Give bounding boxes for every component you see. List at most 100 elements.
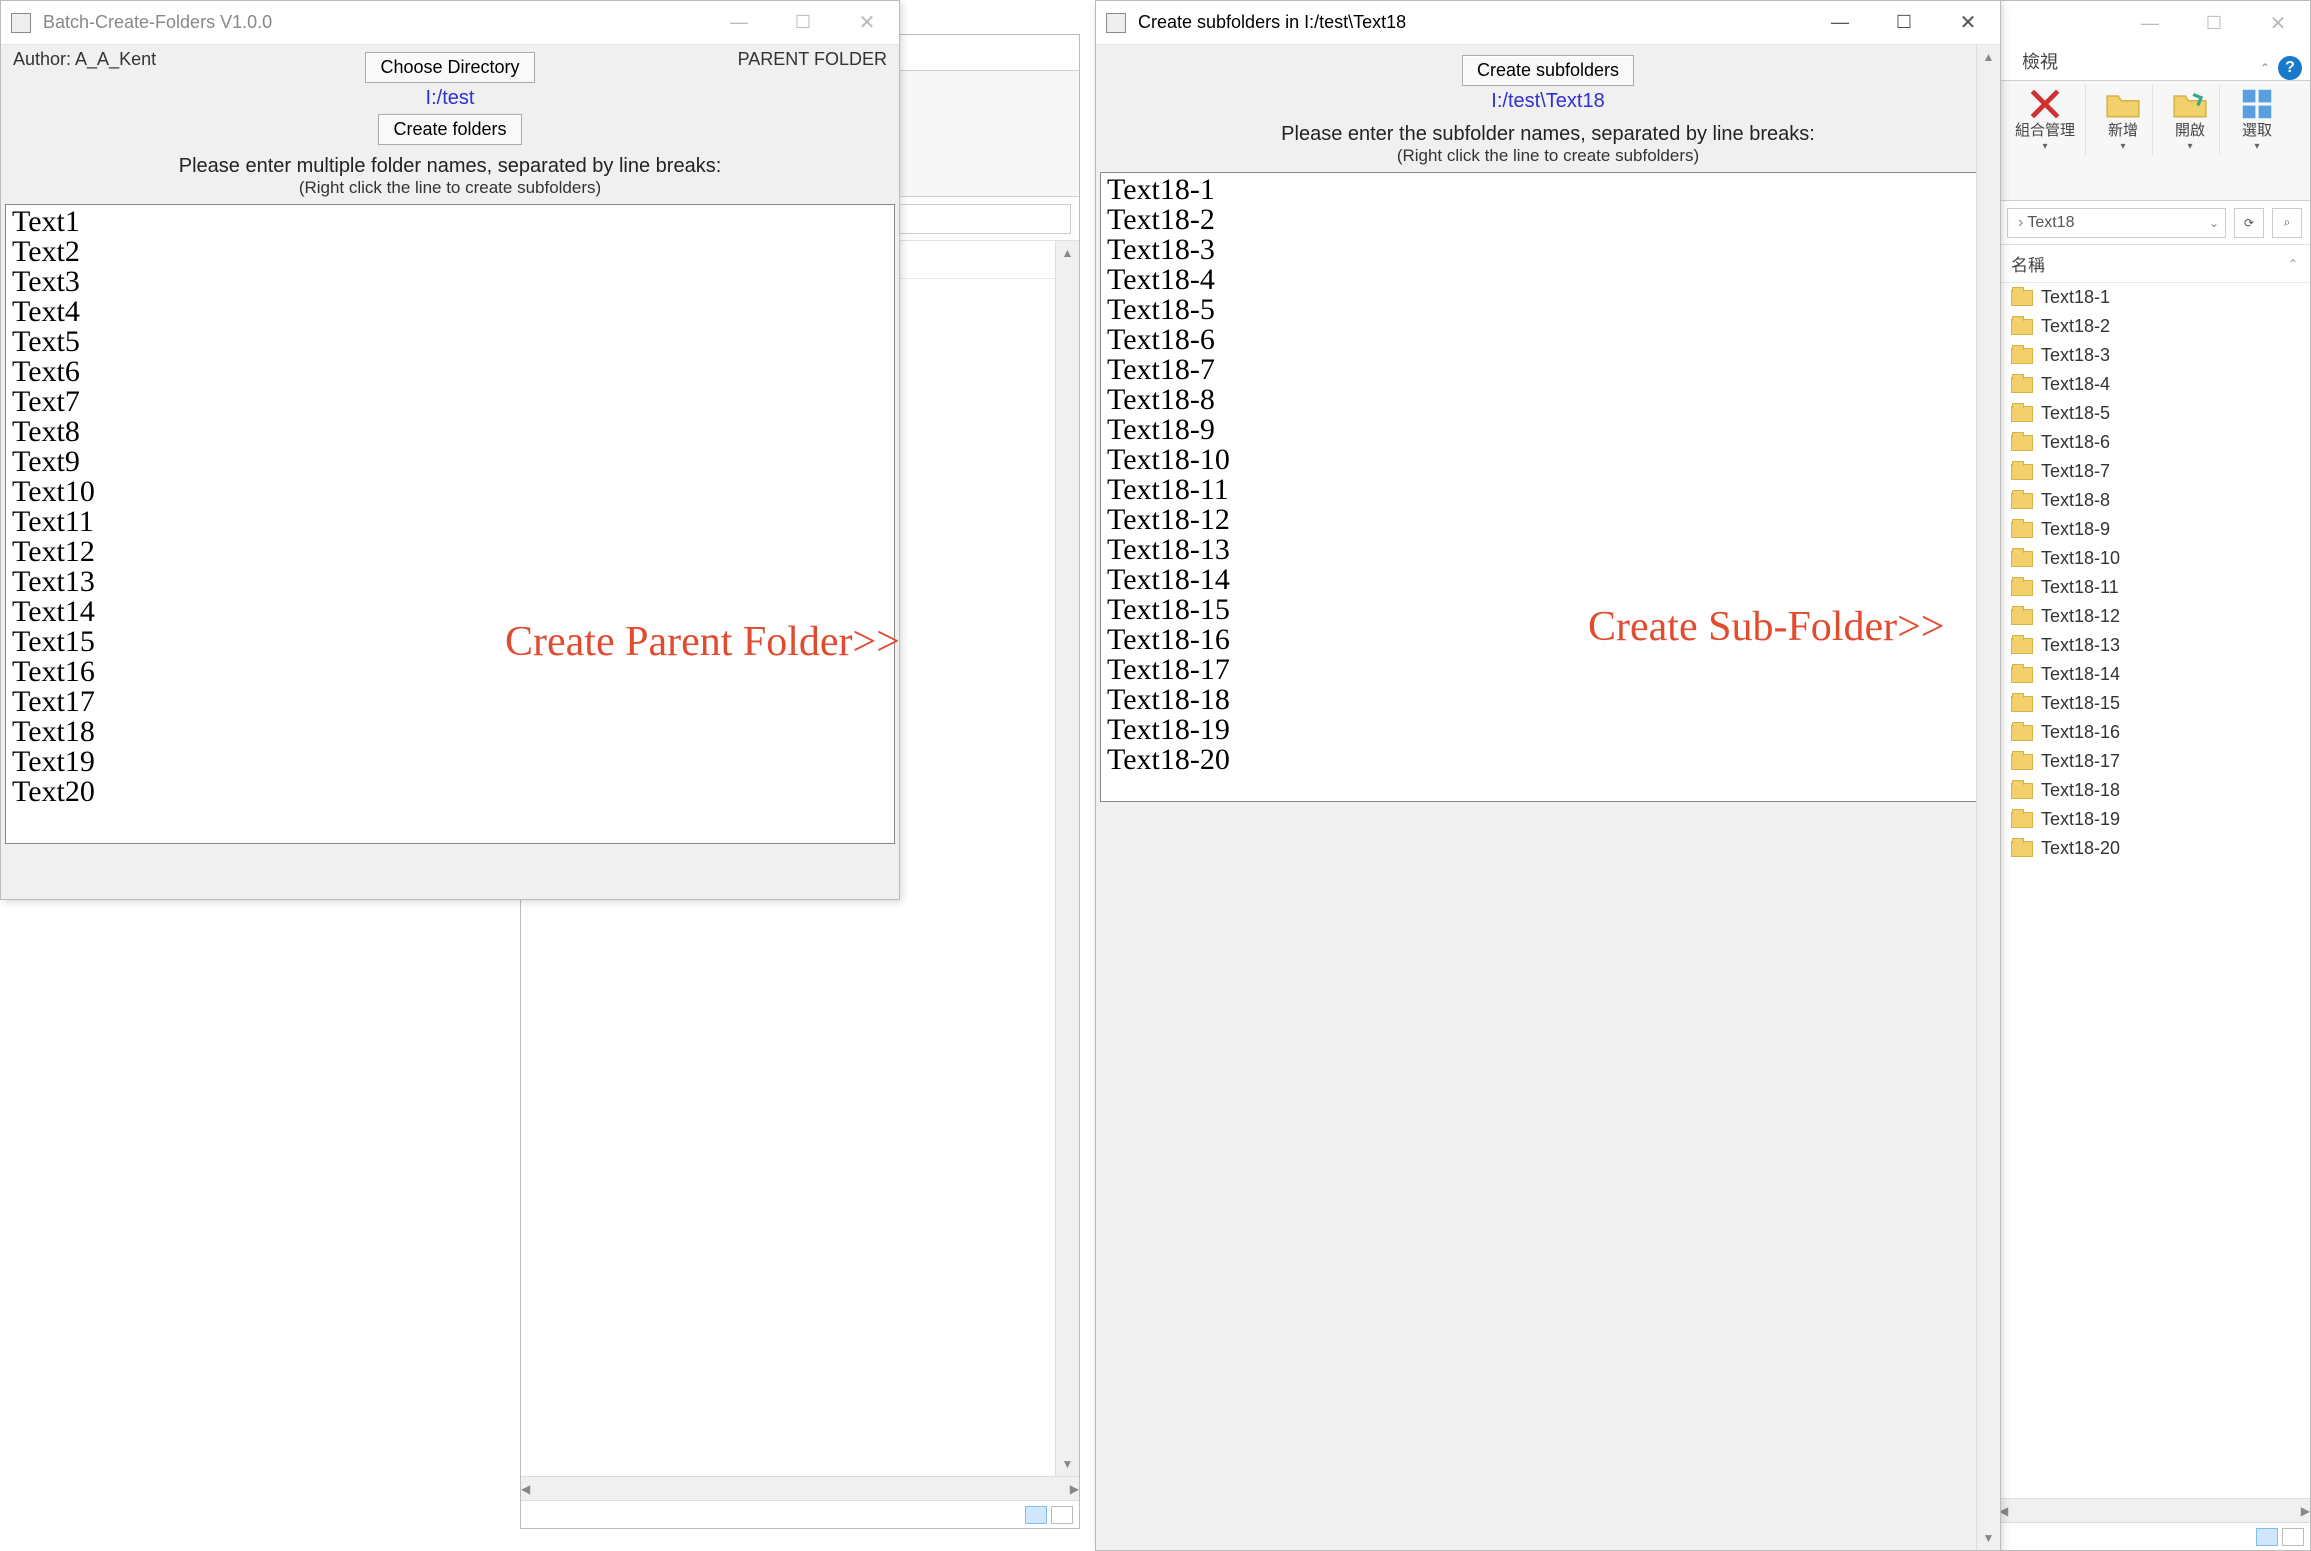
- scroll-up-icon[interactable]: ▲: [1056, 241, 1079, 265]
- sort-indicator-icon: ⌃: [2288, 257, 2298, 271]
- ribbon-group-new-label: 新增: [2108, 123, 2138, 155]
- scroll-up-icon[interactable]: ▲: [1977, 45, 2000, 69]
- maximize-icon: ☐: [2206, 13, 2222, 34]
- folder-item[interactable]: Text18-17: [1999, 747, 2310, 776]
- ribbon-select-button[interactable]: 選取: [2238, 85, 2276, 155]
- folder-item[interactable]: Text18-19: [1999, 805, 2310, 834]
- close-button[interactable]: ✕: [835, 1, 899, 45]
- chevron-right-icon: ›: [2014, 214, 2027, 232]
- folder-item[interactable]: Text18-16: [1999, 718, 2310, 747]
- folder-name: Text18-3: [2041, 345, 2110, 366]
- folder-item[interactable]: Text18-11: [1999, 573, 2310, 602]
- folder-item[interactable]: Text18-20: [1999, 834, 2310, 863]
- folder-name: Text18-15: [2041, 693, 2120, 714]
- vertical-scrollbar[interactable]: ▲ ▼: [1976, 45, 2000, 1550]
- folder-name: Text18-6: [2041, 432, 2110, 453]
- ribbon-open-button[interactable]: 開啟: [2171, 85, 2209, 155]
- folder-name: Text18-5: [2041, 403, 2110, 424]
- tab-view[interactable]: 檢視: [2005, 41, 2075, 80]
- folder-icon: [2011, 812, 2033, 828]
- view-mode-large-icon[interactable]: [2282, 1528, 2304, 1546]
- refresh-button[interactable]: ⟳: [2234, 208, 2264, 238]
- folder-item[interactable]: Text18-8: [1999, 486, 2310, 515]
- close-icon: ✕: [859, 10, 876, 35]
- folder-item[interactable]: Text18-4: [1999, 370, 2310, 399]
- app-window-create-subfolders: Create subfolders in I:/test\Text18 — ☐ …: [1095, 0, 2001, 1551]
- folder-item[interactable]: Text18-14: [1999, 660, 2310, 689]
- folder-name: Text18-13: [2041, 635, 2120, 656]
- folder-icon: [2011, 348, 2033, 364]
- folder-open-icon: [2171, 85, 2209, 123]
- maximize-button[interactable]: ☐: [771, 1, 835, 45]
- folder-item[interactable]: Text18-2: [1999, 312, 2310, 341]
- folder-item[interactable]: Text18-15: [1999, 689, 2310, 718]
- help-icon[interactable]: ?: [2278, 56, 2302, 80]
- scroll-left-icon[interactable]: ◀: [521, 1477, 530, 1501]
- close-button[interactable]: ✕: [2246, 1, 2310, 45]
- maximize-button[interactable]: ☐: [2182, 1, 2246, 45]
- folder-icon: [2011, 290, 2033, 306]
- horizontal-scrollbar[interactable]: ◀ ▶: [521, 1476, 1079, 1500]
- chevron-down-icon[interactable]: ⌄: [2209, 216, 2219, 230]
- instructions-line-2: (Right click the line to create subfolde…: [5, 178, 895, 204]
- ribbon-new-button[interactable]: 新增: [2104, 85, 2142, 155]
- vertical-scrollbar[interactable]: ▲ ▼: [1055, 241, 1079, 1476]
- folder-name: Text18-18: [2041, 780, 2120, 801]
- titlebar[interactable]: — ☐ ✕: [1999, 1, 2310, 45]
- view-mode-details-icon[interactable]: [1025, 1506, 1047, 1524]
- breadcrumb-segment[interactable]: Text18: [2027, 214, 2074, 232]
- folder-icon: [2011, 667, 2033, 683]
- folder-names-textarea[interactable]: [5, 204, 895, 844]
- ribbon-collapse-icon[interactable]: ⌃: [2260, 61, 2270, 75]
- titlebar[interactable]: Batch-Create-Folders V1.0.0 — ☐ ✕: [1, 1, 899, 45]
- column-header-name[interactable]: 名稱 ⌃: [1999, 245, 2310, 283]
- folder-item[interactable]: Text18-9: [1999, 515, 2310, 544]
- app-window-batch-create-folders: Batch-Create-Folders V1.0.0 — ☐ ✕ Author…: [0, 0, 900, 900]
- maximize-button[interactable]: ☐: [1872, 1, 1936, 45]
- minimize-icon: —: [730, 12, 748, 33]
- instructions-line-1: Please enter multiple folder names, sepa…: [5, 147, 895, 178]
- ribbon-delete-button[interactable]: 組合管理: [2015, 85, 2075, 155]
- folder-item[interactable]: Text18-12: [1999, 602, 2310, 631]
- folder-icon: [2011, 783, 2033, 799]
- folder-name: Text18-4: [2041, 374, 2110, 395]
- minimize-button[interactable]: —: [2118, 1, 2182, 45]
- folder-item[interactable]: Text18-6: [1999, 428, 2310, 457]
- select-all-icon: [2238, 85, 2276, 123]
- close-button[interactable]: ✕: [1936, 1, 2000, 45]
- scroll-right-icon[interactable]: ▶: [1070, 1477, 1079, 1501]
- file-list[interactable]: 名稱 ⌃ Text18-1Text18-2 Text18-3 Text18-4 Tex…: [1999, 245, 2310, 1498]
- folder-item[interactable]: Text18-10: [1999, 544, 2310, 573]
- minimize-button[interactable]: —: [1808, 1, 1872, 45]
- horizontal-scrollbar[interactable]: ◀ ▶: [1999, 1498, 2310, 1522]
- folder-item[interactable]: Text18-7: [1999, 457, 2310, 486]
- folder-name: Text18-17: [2041, 751, 2120, 772]
- subfolder-path: I:/test\Text18: [1100, 88, 1996, 115]
- scroll-down-icon[interactable]: ▼: [1056, 1452, 1079, 1476]
- scroll-down-icon[interactable]: ▼: [1977, 1526, 2000, 1550]
- create-subfolders-button[interactable]: Create subfolders: [1462, 55, 1634, 86]
- maximize-icon: ☐: [795, 12, 811, 33]
- ribbon-group-open-label: 開啟: [2175, 123, 2205, 155]
- scroll-right-icon[interactable]: ▶: [2301, 1499, 2310, 1523]
- instructions-line-1: Please enter the subfolder names, separa…: [1100, 115, 1996, 146]
- folder-name: Text18-12: [2041, 606, 2120, 627]
- folder-item[interactable]: Text18-18: [1999, 776, 2310, 805]
- view-mode-details-icon[interactable]: [2256, 1528, 2278, 1546]
- breadcrumb[interactable]: › Text18 ⌄: [2007, 208, 2226, 238]
- minimize-button[interactable]: —: [707, 1, 771, 45]
- folder-item[interactable]: Text18-13: [1999, 631, 2310, 660]
- folder-item[interactable]: Text18-5: [1999, 399, 2310, 428]
- explorer-window-text18: — ☐ ✕ 檢視 ⌃ ? 組合管理 新增 開啟: [1998, 0, 2311, 1551]
- titlebar[interactable]: Create subfolders in I:/test\Text18 — ☐ …: [1096, 1, 2000, 45]
- view-mode-large-icon[interactable]: [1051, 1506, 1073, 1524]
- folder-icon: [2011, 319, 2033, 335]
- create-folders-button[interactable]: Create folders: [378, 114, 521, 145]
- search-button[interactable]: ⌕: [2272, 208, 2302, 238]
- choose-directory-button[interactable]: Choose Directory: [365, 52, 534, 83]
- folder-icon: [2011, 377, 2033, 393]
- subfolder-names-textarea[interactable]: [1100, 172, 1996, 802]
- folder-item[interactable]: Text18-3: [1999, 341, 2310, 370]
- annotation-create-parent-folder: Create Parent Folder>>: [505, 618, 900, 666]
- folder-item[interactable]: Text18-1: [1999, 283, 2310, 312]
